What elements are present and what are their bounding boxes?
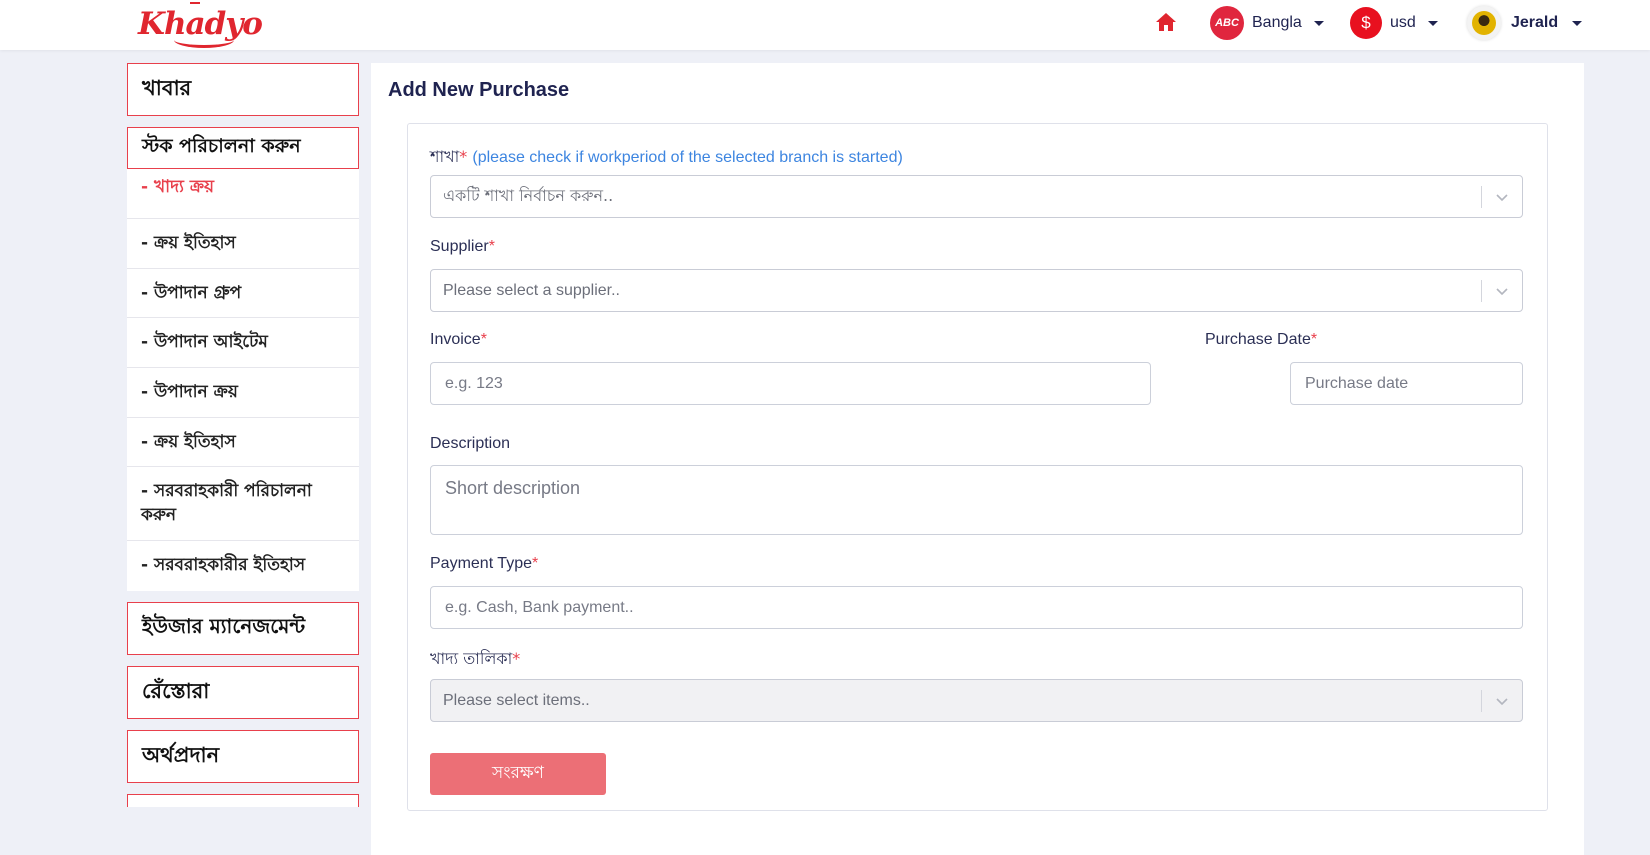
supplier-select-placeholder: Please select a supplier.. <box>443 281 620 299</box>
branch-select[interactable]: একটি শাখা নির্বাচন করুন.. <box>430 175 1523 218</box>
sidebar-item-label: - সরবরাহকারী পরিচালনা করুন <box>141 481 312 525</box>
items-label-text: খাদ্য তালিকা <box>430 649 513 668</box>
payment-type-label-text: Payment Type <box>430 555 532 572</box>
user-dropdown[interactable]: Jerald <box>1467 6 1583 40</box>
sidebar-item-ingredient-item[interactable]: - উপাদান আইটেম <box>127 318 359 368</box>
sidebar-item-payment[interactable]: অর্থপ্রদান <box>127 730 359 783</box>
purchase-date-label-text: Purchase Date <box>1205 331 1311 348</box>
chevron-down-icon <box>1496 698 1508 706</box>
sidebar-item-label: অর্থপ্রদান <box>142 743 220 767</box>
description-placeholder: Short description <box>445 478 581 498</box>
home-icon[interactable] <box>1155 12 1177 32</box>
chevron-down-icon <box>1496 194 1508 202</box>
purchase-form-card: শাখা* (please check if workperiod of the… <box>407 123 1548 811</box>
avatar-image <box>1472 11 1496 35</box>
select-separator <box>1481 186 1482 208</box>
sidebar-item-label: - ক্রয় ইতিহাস <box>141 432 236 452</box>
items-select[interactable]: Please select items.. <box>430 679 1523 722</box>
sidebar: খাবার স্টক পরিচালনা করুন - খাদ্য ক্রয় -… <box>127 63 359 807</box>
required-mark: * <box>488 238 495 255</box>
sidebar-item-stock-management[interactable]: স্টক পরিচালনা করুন <box>127 127 359 169</box>
branch-label: শাখা* (please check if workperiod of the… <box>430 144 903 171</box>
items-label: খাদ্য তালিকা* <box>430 646 520 673</box>
language-label: Bangla <box>1252 14 1302 31</box>
supplier-label: Supplier* <box>430 238 495 256</box>
branch-select-placeholder: একটি শাখা নির্বাচন করুন.. <box>443 186 614 205</box>
branch-label-text: শাখা <box>430 147 460 166</box>
sidebar-item-label: - সরবরাহকারীর ইতিহাস <box>141 555 306 575</box>
purchase-date-placeholder: Purchase date <box>1305 374 1409 392</box>
sidebar-item-restaurant[interactable]: রেঁস্তোরা <box>127 666 359 719</box>
invoice-placeholder: e.g. 123 <box>445 374 503 392</box>
logo-swoosh <box>174 32 234 48</box>
select-separator <box>1481 280 1482 302</box>
top-navbar: Khadyo ABC Bangla $ usd Jerald <box>0 0 1650 50</box>
sidebar-item-label: - খাদ্য ক্রয় <box>141 177 215 197</box>
sidebar-item-user-management[interactable]: ইউজার ম্যানেজমেন্ট <box>127 602 359 655</box>
sidebar-item-ingredient-group[interactable]: - উপাদান গ্রুপ <box>127 269 359 318</box>
language-dropdown[interactable]: ABC Bangla <box>1210 6 1324 40</box>
description-label: Description <box>430 435 510 453</box>
sidebar-item-ingredient-purchase[interactable]: - উপাদান ক্রয় <box>127 368 359 418</box>
required-mark: * <box>459 147 468 166</box>
required-mark: * <box>531 555 539 572</box>
sidebar-item-more[interactable] <box>127 794 359 807</box>
payment-type-placeholder: e.g. Cash, Bank payment.. <box>445 598 634 616</box>
khadyo-logo[interactable]: Khadyo <box>138 2 268 50</box>
dollar-icon: $ <box>1350 7 1382 39</box>
caret-down-icon <box>1427 20 1438 26</box>
sidebar-item-label: স্টক পরিচালনা করুন <box>142 135 301 157</box>
sidebar-item-manage-suppliers[interactable]: - সরবরাহকারী পরিচালনা করুন <box>127 467 359 541</box>
save-button[interactable]: সংরক্ষণ <box>430 753 606 795</box>
main-content: Add New Purchase শাখা* (please check if … <box>371 63 1584 855</box>
sidebar-item-purchase-history-2[interactable]: - ক্রয় ইতিহাস <box>127 418 359 467</box>
supplier-select[interactable]: Please select a supplier.. <box>430 269 1523 312</box>
required-mark: * <box>1310 331 1318 348</box>
select-separator <box>1481 690 1482 712</box>
language-icon: ABC <box>1210 6 1244 40</box>
caret-down-icon <box>1572 20 1583 26</box>
sidebar-item-label: - উপাদান গ্রুপ <box>141 283 242 303</box>
user-name: Jerald <box>1511 14 1559 31</box>
invoice-label-text: Invoice <box>430 331 481 348</box>
sidebar-item-label: - উপাদান আইটেম <box>141 332 268 352</box>
avatar <box>1467 6 1501 40</box>
supplier-label-text: Supplier <box>430 238 489 255</box>
sidebar-item-label: - উপাদান ক্রয় <box>141 382 238 402</box>
branch-hint: (please check if workperiod of the selec… <box>472 149 903 166</box>
payment-type-input[interactable]: e.g. Cash, Bank payment.. <box>430 586 1523 629</box>
invoice-label: Invoice* <box>430 331 487 349</box>
sidebar-item-label: - ক্রয় ইতিহাস <box>141 233 236 253</box>
description-label-text: Description <box>430 435 511 452</box>
purchase-date-input[interactable]: Purchase date <box>1290 362 1523 405</box>
home-icon-svg <box>1156 13 1176 31</box>
items-select-placeholder: Please select items.. <box>443 691 590 709</box>
sidebar-item-food-purchase[interactable]: - খাদ্য ক্রয় <box>127 169 359 219</box>
required-mark: * <box>480 331 487 348</box>
description-textarea[interactable]: Short description <box>430 465 1523 535</box>
currency-label: usd <box>1390 14 1416 31</box>
sidebar-item-label: খাবার <box>142 76 192 100</box>
page-title: Add New Purchase <box>388 79 570 101</box>
caret-down-icon <box>1313 20 1324 26</box>
sidebar-item-label: রেঁস্তোরা <box>142 679 210 703</box>
invoice-input[interactable]: e.g. 123 <box>430 362 1151 405</box>
required-mark: * <box>512 649 521 668</box>
chevron-down-icon <box>1496 288 1508 296</box>
currency-dropdown[interactable]: $ usd <box>1350 6 1438 40</box>
sidebar-item-food[interactable]: খাবার <box>127 63 359 116</box>
sidebar-item-supplier-history[interactable]: - সরবরাহকারীর ইতিহাস <box>127 541 359 591</box>
sidebar-item-label: ইউজার ম্যানেজমেন্ট <box>142 614 306 638</box>
purchase-date-label: Purchase Date* <box>1205 331 1317 349</box>
payment-type-label: Payment Type* <box>430 555 538 573</box>
sidebar-item-purchase-history[interactable]: - ক্রয় ইতিহাস <box>127 219 359 269</box>
